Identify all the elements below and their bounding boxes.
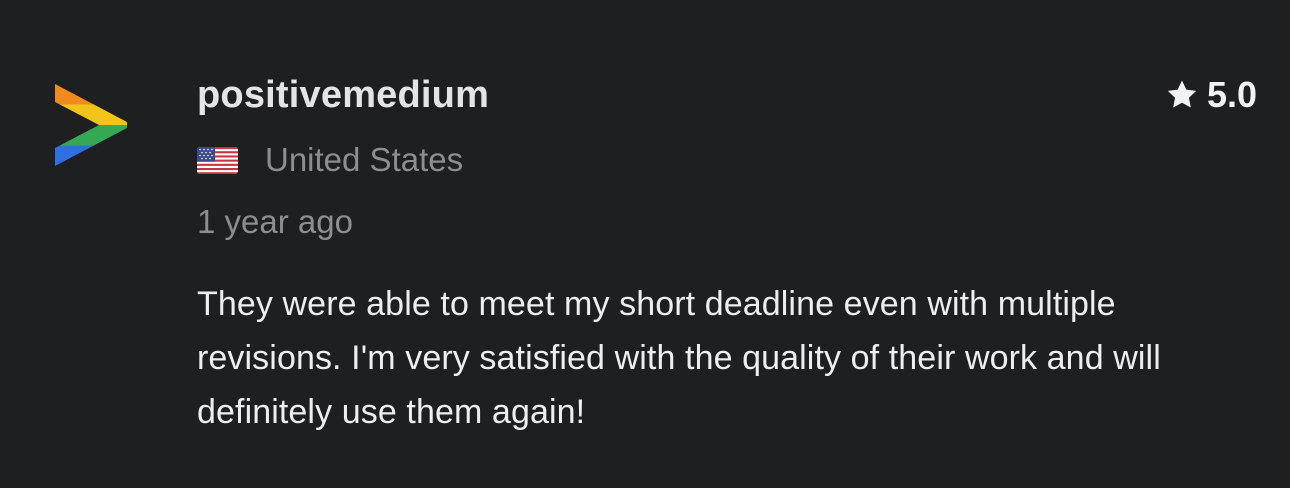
review-card: positivemedium 5.0 United States 1 year …: [0, 0, 1290, 488]
review-header: positivemedium 5.0: [197, 72, 1257, 118]
avatar[interactable]: [55, 84, 129, 166]
review-body: They were able to meet my short deadline…: [197, 285, 1161, 431]
review-timestamp: 1 year ago: [197, 203, 353, 240]
rating-value: 5.0: [1206, 74, 1257, 115]
us-flag-icon: [197, 146, 238, 174]
rating: 5.0: [1165, 72, 1257, 118]
reviewer-country: United States: [197, 140, 463, 180]
rainbow-chevron-avatar-icon: [55, 84, 127, 166]
username[interactable]: positivemedium: [197, 72, 1257, 118]
country-name: United States: [265, 141, 464, 178]
star-icon: [1167, 80, 1197, 108]
